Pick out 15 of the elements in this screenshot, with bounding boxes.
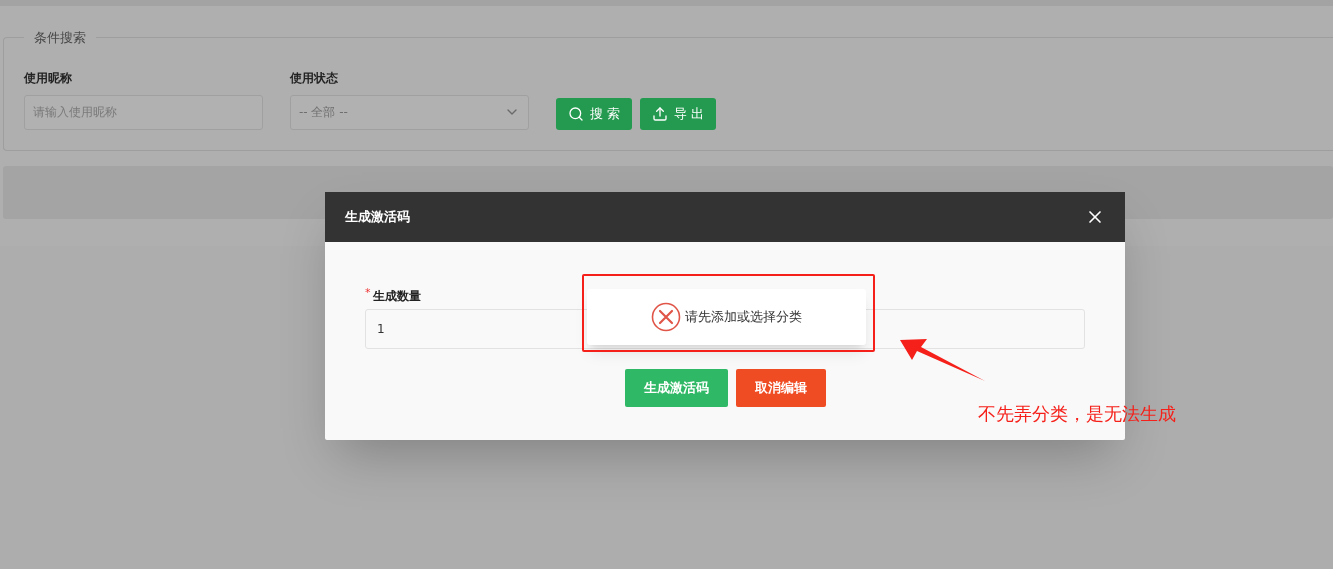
status-select[interactable]: -- 全部 -- <box>290 94 529 130</box>
search-icon <box>567 105 584 122</box>
search-button[interactable]: 搜 索 <box>556 97 632 130</box>
field-label: 使用状态 <box>290 69 339 87</box>
cancel-button[interactable]: 取消编辑 <box>735 369 826 407</box>
required-mark: * <box>365 287 371 298</box>
export-button[interactable]: 导 出 <box>640 97 716 130</box>
field-label: 使用昵称 <box>24 69 73 87</box>
upload-icon <box>651 105 668 122</box>
error-icon <box>651 302 681 332</box>
panel-legend: 条件搜索 <box>24 28 96 48</box>
generate-button[interactable]: 生成激活码 <box>624 369 728 407</box>
dialog-title: 生成激活码 <box>345 208 410 227</box>
toast-message: 请先添加或选择分类 <box>685 308 802 327</box>
field-label: 生成数量 <box>372 288 421 305</box>
